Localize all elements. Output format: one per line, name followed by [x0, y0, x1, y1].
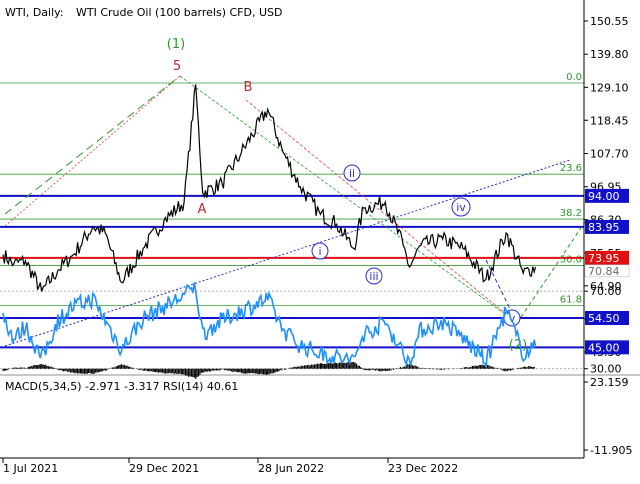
- wave-label-ii: ii: [349, 167, 355, 180]
- price-level-badge-label: 73.95: [588, 252, 620, 265]
- price-tick-label: 139.80: [590, 48, 629, 61]
- fib-level-label: 0.0: [566, 72, 582, 83]
- fib-level-label: 61.8: [560, 295, 582, 306]
- wave-label-5: 5: [173, 59, 181, 74]
- wave-label-iv: iv: [456, 201, 466, 214]
- chart-root: 0.0 23.6 38.2 50.0 61.8 (1) (2) 5 A B i ii i…: [0, 0, 640, 480]
- price-level-badge-label: 94.00: [588, 190, 620, 203]
- time-tick-label: 29 Dec 2021: [129, 462, 199, 475]
- price-tick-label: 150.55: [590, 15, 629, 28]
- wave-label-i: i: [318, 245, 321, 258]
- fib-level-label: 23.6: [560, 163, 582, 174]
- pane-separator[interactable]: [0, 374, 640, 376]
- price-tick-label: 118.45: [590, 114, 629, 127]
- wave-label-a: A: [198, 202, 207, 217]
- indicator-tick-label: 30.00: [590, 363, 622, 376]
- time-tick-label: 23 Dec 2022: [388, 462, 458, 475]
- price-chart[interactable]: 0.0 23.6 38.2 50.0 61.8 (1) (2) 5 A B i ii i…: [0, 0, 640, 480]
- price-tick-label: 129.10: [590, 81, 629, 94]
- indicator-tick-label: -11.905: [590, 444, 632, 457]
- current-price-label: 70.84: [588, 265, 620, 278]
- time-tick-label: 1 Jul 2021: [3, 462, 58, 475]
- price-level-badge-label: 45.00: [588, 341, 620, 354]
- time-tick-label: 28 Jun 2022: [258, 462, 324, 475]
- price-level-badge-label: 54.50: [588, 312, 620, 325]
- price-level-badge-label: 83.95: [588, 221, 620, 234]
- chart-background: [0, 0, 640, 480]
- wave-label-iii: iii: [369, 270, 378, 283]
- wave-label-major-2: (2): [509, 338, 527, 353]
- indicator-tick-label: 23.159: [590, 376, 629, 389]
- instrument-description: WTI Crude Oil (100 barrels) CFD, USD: [76, 6, 282, 19]
- wave-label-major-1: (1): [167, 37, 185, 52]
- indicator-title: MACD(5,34,5) -2.971 -3.317 RSI(14) 40.61: [5, 380, 238, 393]
- price-tick-label: 107.70: [590, 147, 629, 160]
- symbol-label: WTI, Daily:: [5, 6, 64, 19]
- fib-level-label: 38.2: [560, 208, 582, 219]
- fib-level-label: 50.0: [560, 254, 582, 265]
- wave-label-b: B: [244, 80, 253, 95]
- indicator-tick-label: 70.00: [590, 285, 622, 298]
